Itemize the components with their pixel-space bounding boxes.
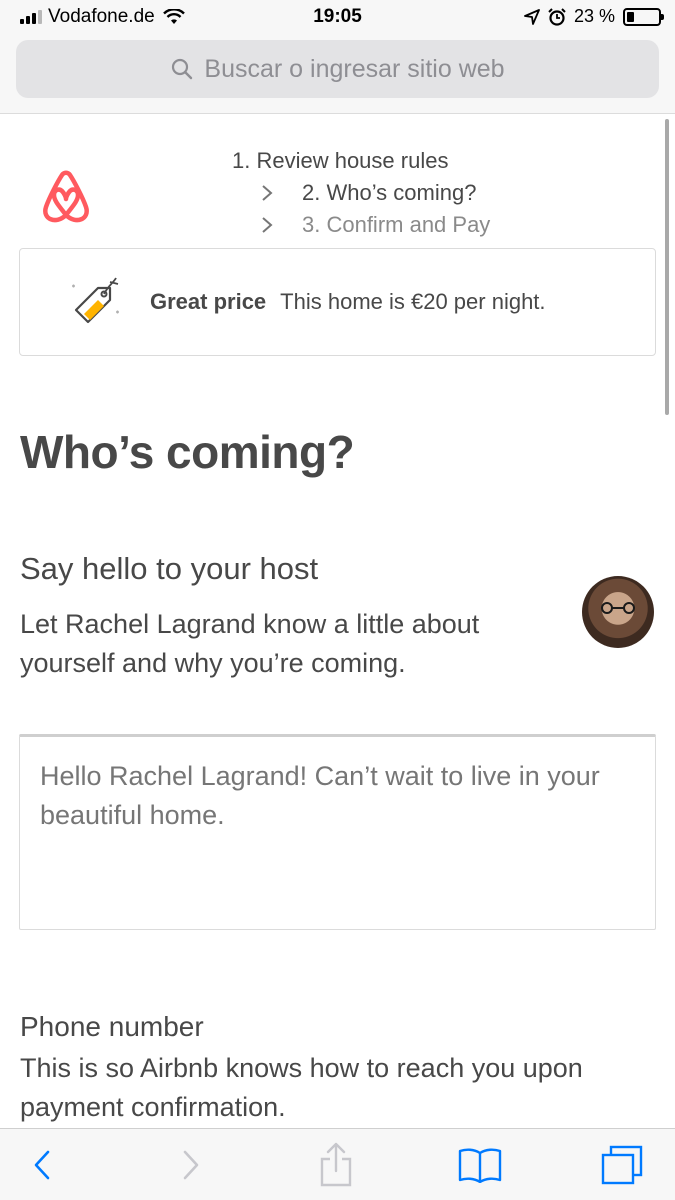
forward-button[interactable] bbox=[171, 1145, 211, 1185]
tabs-button[interactable] bbox=[600, 1145, 644, 1185]
location-icon bbox=[524, 8, 540, 25]
booking-steps: 1. Review house rules 2. Who’s coming? 3… bbox=[232, 145, 490, 241]
status-bar: Vodafone.de 19:05 23 % bbox=[0, 0, 675, 34]
step-review-house-rules[interactable]: 1. Review house rules bbox=[232, 145, 490, 177]
back-icon bbox=[34, 1150, 50, 1180]
chevron-right-icon bbox=[262, 217, 273, 233]
search-input[interactable]: Buscar o ingresar sitio web bbox=[16, 40, 659, 98]
tabs-icon bbox=[601, 1145, 643, 1185]
step-whos-coming: 2. Who’s coming? bbox=[302, 180, 477, 205]
battery-icon bbox=[623, 7, 664, 26]
bookmarks-button[interactable] bbox=[458, 1145, 502, 1185]
price-tag-icon bbox=[72, 277, 119, 324]
back-button[interactable] bbox=[22, 1145, 62, 1185]
scrollbar[interactable] bbox=[665, 119, 669, 415]
host-avatar[interactable] bbox=[582, 576, 654, 648]
phone-number-description: This is so Airbnb knows how to reach you… bbox=[20, 1053, 583, 1122]
alarm-icon bbox=[548, 7, 566, 26]
page-content[interactable]: 1. Review house rules 2. Who’s coming? 3… bbox=[0, 115, 675, 1128]
great-price-label: Great price bbox=[150, 289, 267, 314]
chevron-right-icon bbox=[262, 185, 273, 201]
browser-address-area: Buscar o ingresar sitio web bbox=[0, 34, 675, 114]
status-right: 23 % bbox=[524, 6, 664, 27]
battery-level bbox=[627, 11, 634, 22]
battery-percent: 23 % bbox=[573, 6, 615, 26]
step-row-3: 3. Confirm and Pay bbox=[232, 209, 490, 241]
bookmarks-icon bbox=[458, 1148, 502, 1183]
glasses-detail bbox=[601, 602, 635, 614]
step-row-2: 2. Who’s coming? bbox=[232, 177, 490, 209]
great-price-banner: Great price This home is €20 per night. bbox=[19, 248, 656, 356]
say-hello-description: Let Rachel Lagrand know a little about y… bbox=[20, 609, 480, 678]
forward-icon bbox=[183, 1150, 199, 1180]
search-icon bbox=[172, 58, 193, 80]
share-button[interactable] bbox=[316, 1139, 356, 1189]
browser-toolbar bbox=[0, 1128, 675, 1200]
page-title: Who’s coming? bbox=[20, 426, 355, 478]
price-per-night-text: This home is €20 per night. bbox=[280, 289, 546, 314]
airbnb-logo-icon[interactable] bbox=[40, 169, 92, 225]
phone-number-heading: Phone number bbox=[20, 1011, 204, 1042]
say-hello-heading: Say hello to your host bbox=[20, 551, 319, 586]
search-placeholder: Buscar o ingresar sitio web bbox=[204, 54, 505, 83]
step-confirm-and-pay: 3. Confirm and Pay bbox=[302, 212, 491, 237]
share-icon bbox=[320, 1142, 352, 1187]
host-message-field[interactable] bbox=[19, 734, 656, 930]
